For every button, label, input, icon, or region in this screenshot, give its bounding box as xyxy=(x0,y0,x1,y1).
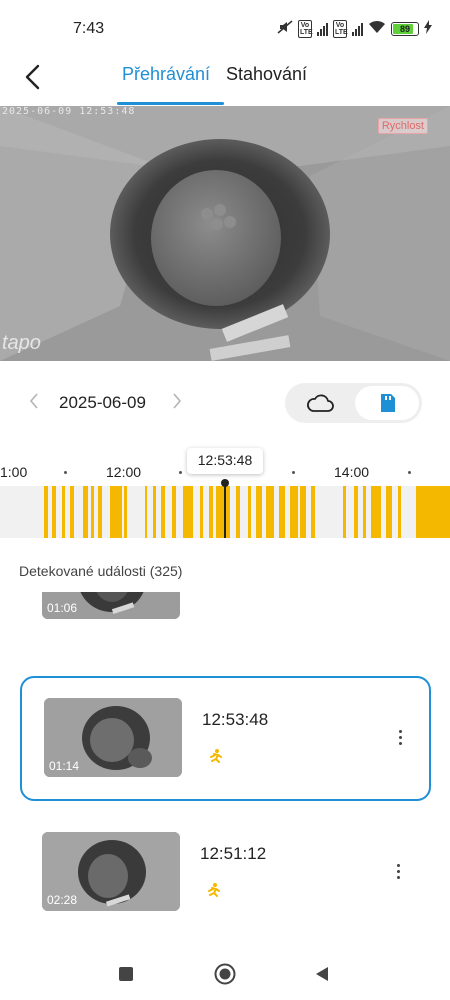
video-timestamp: 2025-06-09 12:53:48 xyxy=(2,106,136,117)
signal-icon xyxy=(352,22,363,36)
timeline: 1:00 12:00 14:00 12:53:48 xyxy=(0,448,450,543)
battery-icon: 89 xyxy=(391,22,419,36)
timeline-label: 1:00 xyxy=(0,464,28,480)
events-list[interactable]: 01:06 01:14 12:53:48 02:28 12:51:12 xyxy=(0,592,450,952)
event-time: 12:53:48 xyxy=(202,710,269,729)
event-marker xyxy=(416,486,450,538)
event-marker xyxy=(44,486,48,538)
event-marker xyxy=(266,486,274,538)
event-marker xyxy=(256,486,262,538)
recents-square-icon xyxy=(119,967,133,981)
cloud-icon xyxy=(307,394,334,412)
event-marker xyxy=(216,486,230,538)
chevron-left-icon[interactable] xyxy=(29,392,39,415)
event-marker xyxy=(311,486,315,538)
timeline-tick xyxy=(64,471,67,474)
signal-icon xyxy=(317,22,328,36)
watermark-logo: tapo xyxy=(2,332,41,354)
home-circle-icon xyxy=(214,963,236,985)
timeline-tick xyxy=(408,471,411,474)
event-time: 12:51:12 xyxy=(200,844,267,863)
timeline-label: 12:00 xyxy=(106,464,142,480)
event-marker xyxy=(290,486,298,538)
event-marker xyxy=(209,486,213,538)
sd-card-button[interactable] xyxy=(355,386,419,420)
event-marker xyxy=(386,486,392,538)
event-thumbnail[interactable]: 01:14 xyxy=(44,698,182,777)
timeline-current-time: 12:53:48 xyxy=(187,448,263,474)
event-marker xyxy=(70,486,74,538)
event-thumbnail[interactable]: 02:28 xyxy=(42,832,180,911)
event-marker xyxy=(300,486,306,538)
event-marker xyxy=(200,486,203,538)
event-marker xyxy=(236,486,240,538)
back-button[interactable] xyxy=(16,60,50,94)
tab-download[interactable]: Stahování xyxy=(226,64,307,85)
timeline-cursor-head xyxy=(221,479,229,487)
speed-button[interactable]: Rychlost xyxy=(377,118,428,134)
timeline-tick xyxy=(292,471,295,474)
event-marker xyxy=(83,486,88,538)
event-card-selected[interactable]: 01:14 12:53:48 xyxy=(20,676,431,801)
more-options-button[interactable] xyxy=(388,856,408,886)
status-bar: 7:43 Vo LTE Vo LTE 89 xyxy=(0,0,450,58)
charging-icon xyxy=(424,19,432,39)
event-duration: 01:06 xyxy=(47,601,78,615)
volte-icon: Vo LTE xyxy=(298,20,313,38)
event-marker xyxy=(183,486,193,538)
system-nav-bar xyxy=(0,945,450,1000)
event-marker xyxy=(62,486,65,538)
event-marker xyxy=(398,486,401,538)
event-marker xyxy=(91,486,94,538)
event-marker xyxy=(172,486,176,538)
recents-button[interactable] xyxy=(114,962,138,986)
back-triangle-icon xyxy=(316,967,328,981)
event-marker xyxy=(354,486,358,538)
motion-person-icon xyxy=(206,748,222,764)
event-marker xyxy=(248,486,251,538)
back-arrow-icon xyxy=(25,64,40,90)
more-options-button[interactable] xyxy=(390,722,410,752)
wifi-icon xyxy=(368,20,386,39)
event-marker xyxy=(343,486,346,538)
event-marker xyxy=(279,486,285,538)
volte-icon: Vo LTE xyxy=(333,20,348,38)
status-icons: Vo LTE Vo LTE 89 xyxy=(277,19,432,39)
battery-level: 89 xyxy=(399,24,410,34)
event-card[interactable]: 02:28 12:51:12 xyxy=(20,812,431,937)
event-marker xyxy=(145,486,147,538)
timeline-label: 14:00 xyxy=(334,464,370,480)
event-thumbnail[interactable]: 01:06 xyxy=(42,592,180,619)
sd-card-icon xyxy=(381,394,395,412)
event-card[interactable]: 01:06 xyxy=(20,592,431,665)
selected-date[interactable]: 2025-06-09 xyxy=(59,393,146,413)
event-marker xyxy=(98,486,102,538)
storage-toggle xyxy=(285,383,422,423)
header: Přehrávání Stahování xyxy=(0,58,450,106)
tab-playback[interactable]: Přehrávání xyxy=(122,64,210,85)
event-marker xyxy=(363,486,366,538)
chevron-right-icon[interactable] xyxy=(172,392,182,415)
video-frame xyxy=(0,106,450,361)
event-duration: 02:28 xyxy=(47,893,78,907)
video-player[interactable]: 2025-06-09 12:53:48 Rychlost tapo xyxy=(0,106,450,361)
event-marker xyxy=(161,486,165,538)
home-button[interactable] xyxy=(213,962,237,986)
active-tab-indicator xyxy=(117,102,224,105)
mute-icon xyxy=(277,19,293,40)
status-time: 7:43 xyxy=(73,20,105,37)
event-marker xyxy=(52,486,56,538)
cloud-storage-button[interactable] xyxy=(285,383,355,423)
event-marker xyxy=(153,486,156,538)
event-marker xyxy=(110,486,122,538)
date-nav: 2025-06-09 xyxy=(0,382,450,426)
event-marker xyxy=(124,486,127,538)
event-duration: 01:14 xyxy=(49,759,80,773)
motion-person-icon xyxy=(204,882,220,898)
timeline-cursor[interactable] xyxy=(224,481,226,538)
back-nav-button[interactable] xyxy=(310,962,334,986)
timeline-tick xyxy=(179,471,182,474)
events-title: Detekované události (325) xyxy=(19,563,183,579)
event-marker xyxy=(371,486,381,538)
